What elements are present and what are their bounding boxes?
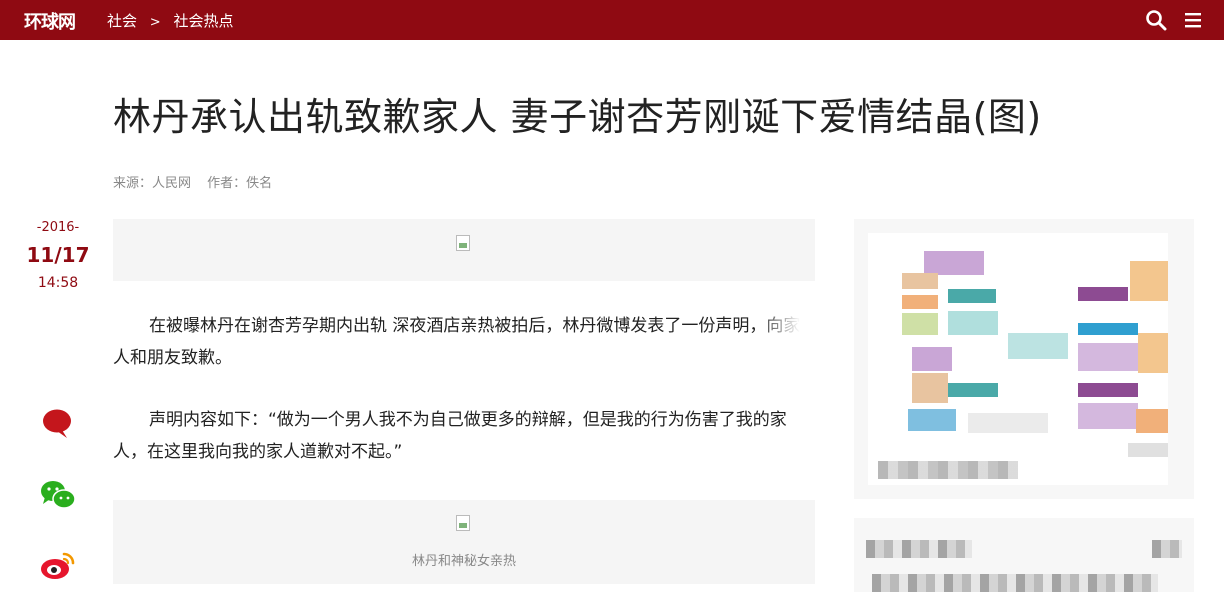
broken-image-icon — [456, 235, 470, 251]
top-bar: 环球网 社会 > 社会热点 — [0, 0, 1224, 40]
ad-image — [868, 233, 1168, 485]
article-title: 林丹承认出轨致歉家人 妻子谢杏芳刚诞下爱情结晶(图) — [113, 95, 1042, 139]
menu-icon[interactable] — [1182, 9, 1204, 31]
breadcrumb: 社会 > 社会热点 — [107, 10, 234, 31]
publish-time: 14:58 — [37, 275, 79, 291]
image-caption: 林丹和神秘女亲热 — [411, 554, 516, 569]
article-paragraph: 声明内容如下：“做为一个男人我不为自己做更多的辩解，但是我的行为伤害了我的家人，… — [113, 410, 787, 462]
article-author: 作者：佚名 — [207, 176, 273, 191]
article-source: 来源：人民网 — [113, 176, 192, 191]
wechat-icon[interactable] — [40, 478, 76, 512]
article-meta: 来源：人民网 作者：佚名 — [113, 172, 284, 191]
ad-caption-blurred — [878, 461, 1018, 479]
sidebar-ad[interactable] — [854, 219, 1194, 499]
breadcrumb-separator: > — [149, 15, 161, 30]
sidebar-ad-text[interactable] — [854, 518, 1194, 592]
article-paragraph: 在被曝林丹在谢杏芳孕期内出轨 深夜酒店亲热被拍后，林丹微博发表了一份声明，向家人… — [113, 316, 801, 368]
comment-icon[interactable] — [40, 406, 74, 440]
publish-year: -2016- — [36, 220, 80, 235]
weibo-icon[interactable] — [40, 548, 75, 582]
publish-date: -2016- 11/17 14:58 — [20, 220, 96, 291]
search-icon[interactable] — [1145, 9, 1167, 31]
site-logo[interactable]: 环球网 — [24, 8, 76, 34]
article-image-placeholder — [113, 219, 815, 281]
publish-month-day: 11/17 — [26, 243, 90, 267]
article-image-with-caption: 林丹和神秘女亲热 — [113, 500, 815, 584]
breadcrumb-item-hot[interactable]: 社会热点 — [173, 10, 233, 31]
text-fade-overlay — [758, 310, 818, 344]
breadcrumb-item-society[interactable]: 社会 — [107, 10, 137, 31]
broken-image-icon — [456, 515, 470, 531]
top-icons — [1135, 9, 1204, 35]
